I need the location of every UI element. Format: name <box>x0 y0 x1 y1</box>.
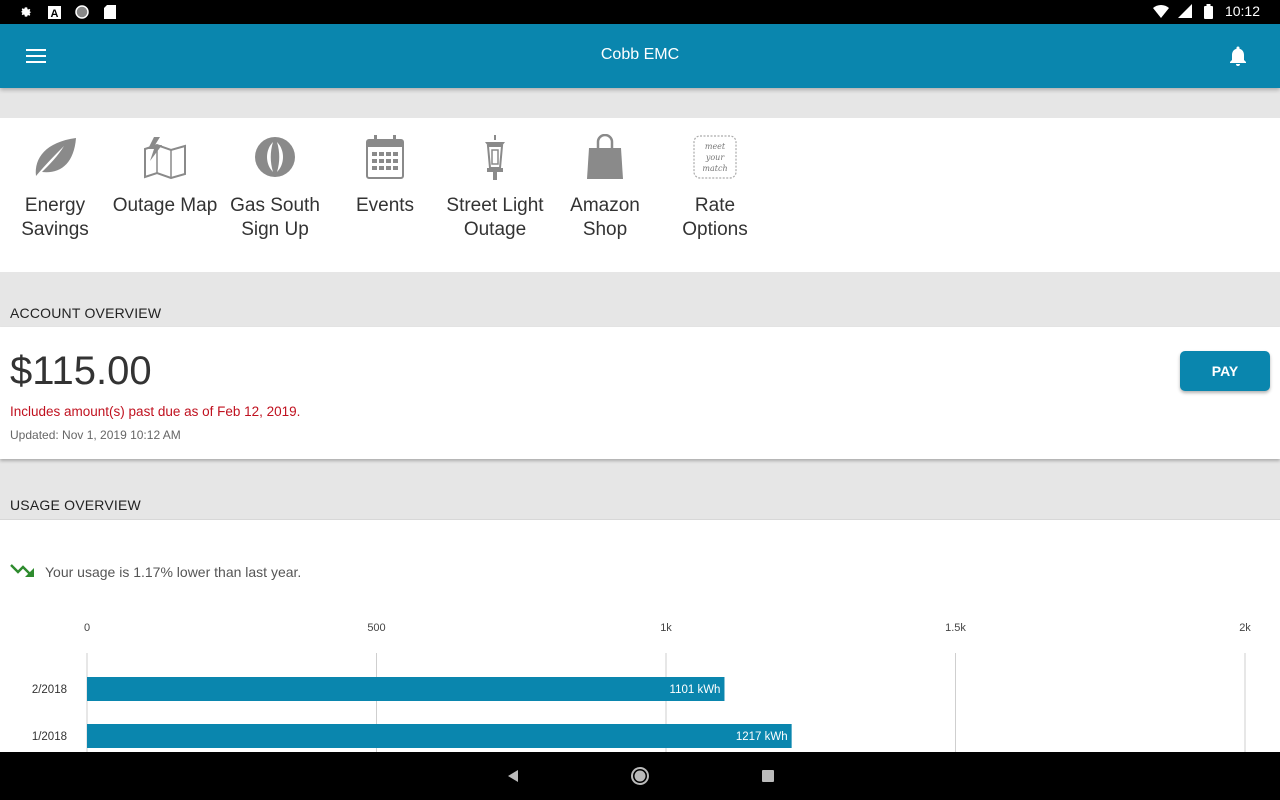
balance-amount: $115.00 <box>10 349 152 393</box>
quick-link-label: Street Light Outage <box>446 195 544 240</box>
svg-text:your: your <box>705 153 725 162</box>
app-title: Cobb EMC <box>600 46 680 63</box>
quick-link-label: Gas South Sign Up <box>230 195 320 240</box>
home-icon[interactable] <box>630 766 650 786</box>
trend-down-icon <box>10 562 36 581</box>
updated-timestamp: Updated: Nov 1, 2019 10:12 AM <box>10 428 181 442</box>
back-icon[interactable] <box>503 766 523 786</box>
chart-data-label: 1217 kWh <box>736 731 788 743</box>
font-icon: A <box>46 4 62 20</box>
usage-bar-chart: 0 500 1k 1.5k 2k 2/2018 1101 kWh 1/2018 1217 kWh <box>32 622 1251 755</box>
chart-tick-label: 2k <box>1239 622 1251 634</box>
navigation-bar <box>0 752 1280 800</box>
status-bar: A 10:12 <box>0 0 1280 24</box>
meet-your-match-icon: meet your match <box>690 132 740 182</box>
chart-tick-label: 0 <box>84 622 90 634</box>
quick-link-rate-options[interactable]: meet your match Rate Options <box>660 132 770 241</box>
account-card: $115.00 Includes amount(s) past due as o… <box>0 327 1280 459</box>
quick-links: Energy Savings Outage Map Gas South Sign… <box>0 118 1280 272</box>
quick-link-gas-south[interactable]: Gas South Sign Up <box>220 132 330 241</box>
wifi-icon <box>1152 3 1169 19</box>
quick-link-label: Rate Options <box>682 195 748 240</box>
svg-text:meet: meet <box>705 142 726 151</box>
usage-trend: Your usage is 1.17% lower than last year… <box>10 562 301 581</box>
cell-signal-icon <box>1177 3 1193 19</box>
quick-link-label: Energy Savings <box>21 195 89 240</box>
battery-icon <box>1201 3 1217 19</box>
quick-link-label: Events <box>355 195 415 216</box>
quick-link-amazon-shop[interactable]: Amazon Shop <box>550 132 660 241</box>
quick-link-energy-savings[interactable]: Energy Savings <box>0 132 110 241</box>
calendar-icon <box>360 132 410 182</box>
pay-button[interactable]: PAY <box>1180 351 1270 391</box>
account-overview-heading: ACCOUNT OVERVIEW <box>10 305 162 321</box>
app-bar: Cobb EMC <box>0 24 1280 88</box>
chart-category-label: 2/2018 <box>32 684 67 696</box>
flame-icon <box>250 132 300 182</box>
shopping-bag-icon <box>580 132 630 182</box>
notifications-bell-icon[interactable] <box>1226 44 1250 68</box>
chart-category-label: 1/2018 <box>32 731 67 743</box>
quick-link-label: Amazon Shop <box>570 195 640 240</box>
sd-card-icon <box>102 4 118 20</box>
quick-link-label: Outage Map <box>112 195 218 216</box>
recent-apps-icon[interactable] <box>758 766 778 786</box>
street-light-icon <box>470 132 520 182</box>
quick-link-outage-map[interactable]: Outage Map <box>110 132 220 218</box>
chart-data-label: 1101 kWh <box>670 684 721 696</box>
chart-bar[interactable] <box>87 677 725 701</box>
chart-bar[interactable] <box>87 724 792 748</box>
clock: 10:12 <box>1224 3 1260 19</box>
settings-icon <box>18 4 34 20</box>
map-icon <box>140 132 190 182</box>
usage-trend-text: Your usage is 1.17% lower than last year… <box>45 563 302 580</box>
leaf-icon <box>30 132 80 182</box>
usage-overview-heading: USAGE OVERVIEW <box>10 497 141 513</box>
usage-panel: Your usage is 1.17% lower than last year… <box>0 519 1280 755</box>
quick-link-events[interactable]: Events <box>330 132 440 218</box>
chart-tick-label: 1k <box>660 622 672 634</box>
past-due-notice: Includes amount(s) past due as of Feb 12… <box>10 404 301 419</box>
chart-tick-label: 1.5k <box>945 622 966 634</box>
sync-circle-icon <box>74 4 90 20</box>
svg-text:match: match <box>702 164 727 173</box>
chart-tick-label: 500 <box>367 622 385 634</box>
quick-link-street-light-outage[interactable]: Street Light Outage <box>440 132 550 241</box>
svg-text:A: A <box>50 8 58 19</box>
